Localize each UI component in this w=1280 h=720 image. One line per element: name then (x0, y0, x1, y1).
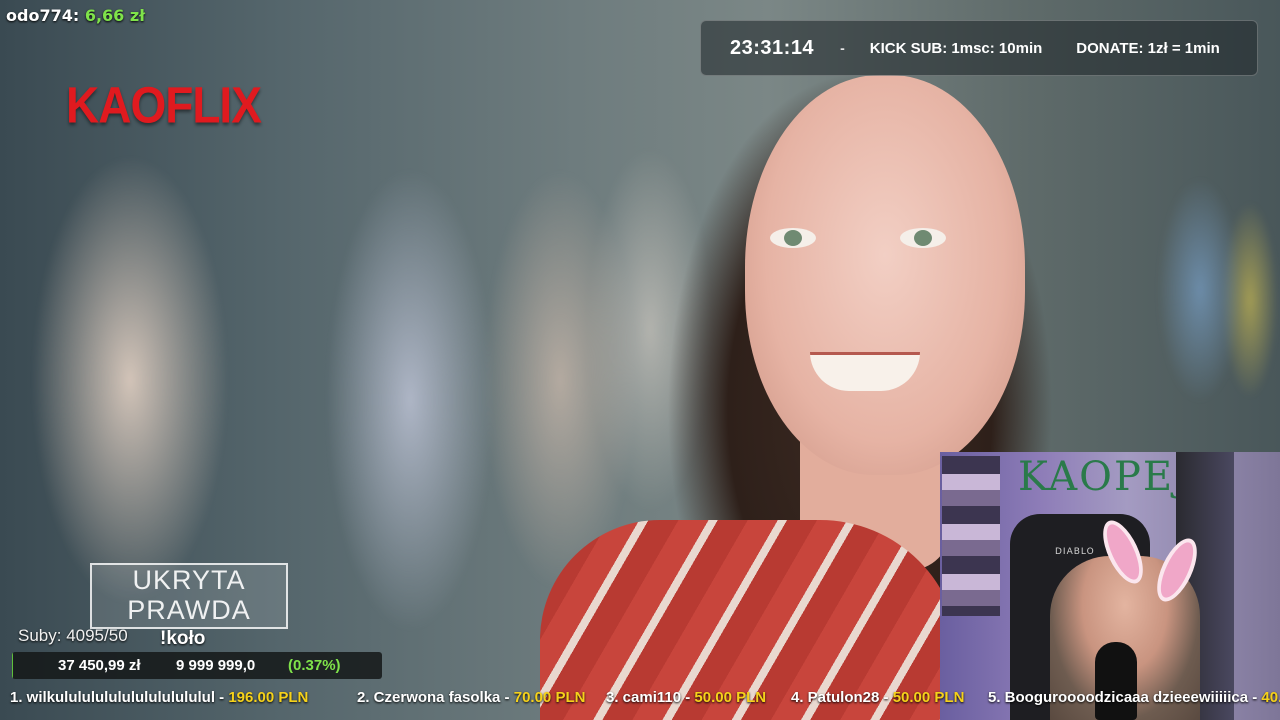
leaderboard-item: 5. Booguroooodzicaaa dzieeewiiiiica - 40… (988, 689, 1280, 706)
timer-time: 23:31:14 (730, 36, 815, 59)
goal-current: 37 450,99 zł (58, 657, 141, 674)
leaderboard-amount: 196.00 PLN (228, 689, 309, 706)
woman-left-eye (770, 228, 816, 248)
leaderboard-name: 5. Booguroooodzicaaa dzieeewiiiiica - (988, 689, 1258, 706)
wall-text: KAOPEJ (1018, 454, 1193, 500)
leaderboard-amount: 50.00 PLN (892, 689, 965, 706)
goal-progress-fill (12, 652, 14, 679)
tv-show-badge: UKRYTA PRAWDA (90, 563, 288, 629)
leaderboard-item: 1. wilkulululululululululululul - 196.00… (10, 689, 308, 706)
timer-separator: - (840, 40, 845, 56)
donate-rate: DONATE: 1zł = 1min (1076, 39, 1220, 57)
leaderboard-item: 2. Czerwona fasolka - 70.00 PLN (357, 689, 585, 706)
kaoflix-logo: KAOFLIX (66, 76, 262, 134)
leaderboard-item: 4. Patulon28 - 50.00 PLN (791, 689, 964, 706)
streamer-webcam: KAOPEJ DIABLO (940, 452, 1280, 720)
leaderboard-amount: 40. (1261, 689, 1280, 706)
top-donor: odo774: 6,66 zł (6, 6, 145, 25)
tv-badge-line2: PRAWDA (127, 595, 251, 625)
leaderboard-item: 3. cami110 - 50.00 PLN (606, 689, 766, 706)
subs-counter: Suby: 4095/50 (18, 626, 128, 645)
wheel-command: !koło (160, 628, 206, 649)
donor-leaderboard-ticker: 1. wilkulululululululululululul - 196.00… (0, 686, 1280, 712)
leaderboard-amount: 50.00 PLN (694, 689, 767, 706)
goal-percent: (0.37%) (288, 657, 341, 674)
leaderboard-name: 4. Patulon28 - (791, 689, 889, 706)
chair-brand: DIABLO (1055, 547, 1095, 557)
top-donor-name: odo774: (6, 6, 80, 25)
leaderboard-name: 1. wilkulululululululululululul - (10, 689, 225, 706)
subathon-timer-bar: 23:31:14 - KICK SUB: 1msc: 10min DONATE:… (700, 20, 1258, 76)
leaderboard-amount: 70.00 PLN (513, 689, 586, 706)
tv-badge-line1: UKRYTA (132, 565, 246, 595)
donation-goal-bar: 37 450,99 zł 9 999 999,0 (0.37%) (12, 652, 382, 679)
woman-right-eye (900, 228, 946, 248)
goal-target: 9 999 999,0 (176, 657, 256, 674)
wall-posters (942, 456, 1000, 616)
leaderboard-name: 3. cami110 - (606, 689, 691, 706)
leaderboard-name: 2. Czerwona fasolka - (357, 689, 510, 706)
kick-sub-rate: KICK SUB: 1msc: 10min (869, 39, 1043, 57)
top-donor-amount: 6,66 zł (84, 6, 146, 25)
woman-face (745, 75, 1025, 475)
